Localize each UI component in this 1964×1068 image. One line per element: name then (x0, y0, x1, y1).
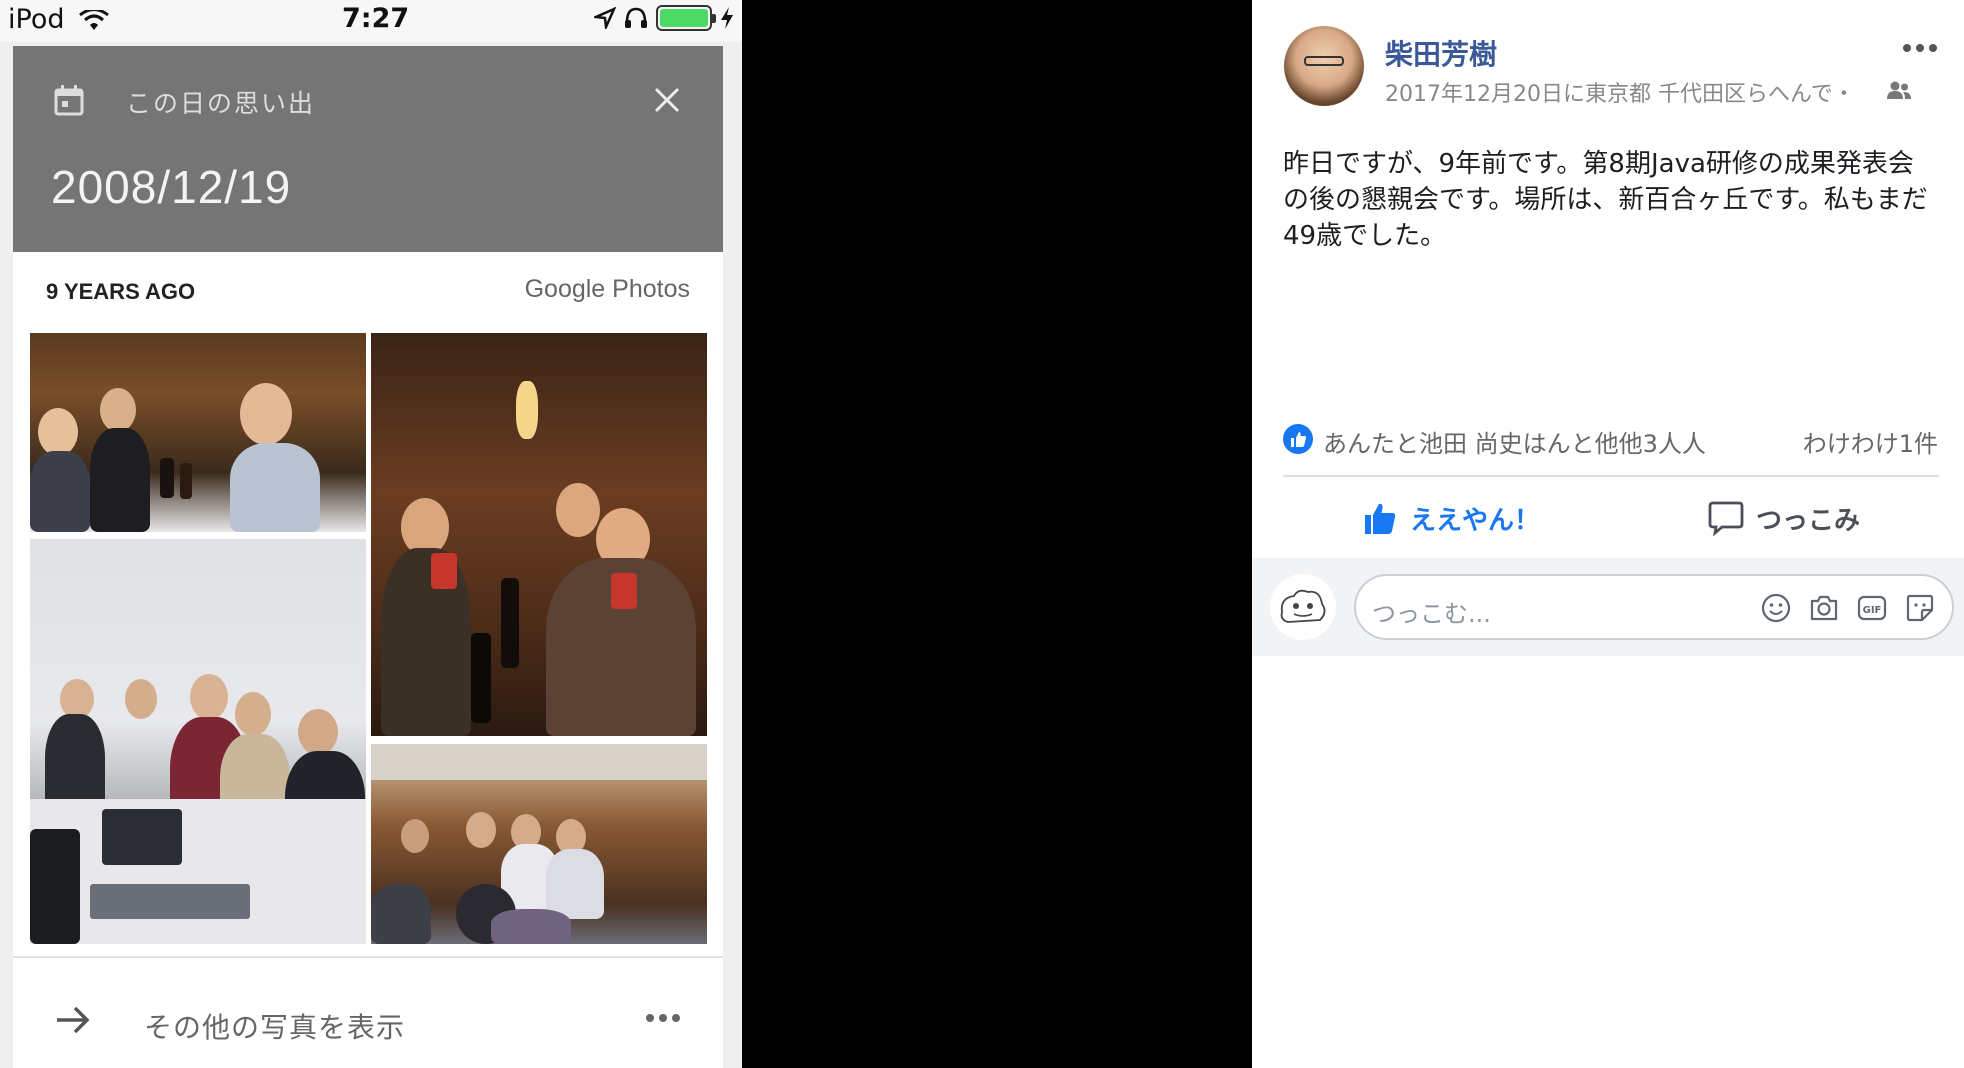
facebook-post: 柴田芳樹 2017年12月20日に東京都 千代田区らへんで・ 昨日ですが、9年前… (1252, 0, 1964, 1068)
status-time: 7:27 (342, 3, 410, 34)
memory-card-header: この日の思い出 2008/12/19 (13, 46, 723, 252)
memory-photo[interactable] (30, 539, 366, 944)
arrow-right-icon (57, 1006, 90, 1034)
location-arrow-icon (594, 7, 616, 29)
status-left: iPod (8, 4, 110, 35)
friends-audience-icon[interactable] (1886, 80, 1912, 100)
memory-header-label: この日の思い出 (126, 89, 316, 118)
charging-bolt-icon (721, 7, 733, 29)
phone-screen: iPod 7:27 この日の思い出 2008/12/19 9 YEARS AGO… (0, 0, 742, 1068)
actions-divider (1283, 475, 1939, 477)
reactions-summary[interactable]: あんたと池田 尚史はんと他他3人人 (1323, 424, 1706, 459)
author-avatar[interactable] (1284, 26, 1364, 106)
screenshot-root: iPod 7:27 この日の思い出 2008/12/19 9 YEARS AGO… (0, 0, 1964, 1068)
memory-photo[interactable] (371, 744, 707, 944)
post-more-icon[interactable] (1903, 44, 1937, 52)
comment-composer: つっこむ... GIF (1252, 558, 1964, 656)
headphones-icon (625, 7, 647, 28)
more-photos-label: その他の写真を表示 (144, 1011, 406, 1044)
comment-button[interactable]: つっこみ (1708, 496, 1860, 540)
emoji-icon[interactable] (1760, 592, 1792, 624)
comment-label: つっこみ (1756, 505, 1861, 536)
memory-photo[interactable] (371, 333, 707, 736)
wifi-icon (79, 9, 110, 30)
author-name[interactable]: 柴田芳樹 (1385, 33, 1497, 73)
post-meta[interactable]: 2017年12月20日に東京都 千代田区らへんで・ (1385, 76, 1855, 108)
sticker-icon[interactable] (1904, 592, 1936, 624)
speech-bubble-icon (1708, 501, 1744, 536)
like-reaction-icon (1283, 424, 1313, 454)
like-label: ええやん！ (1410, 505, 1541, 536)
commenter-avatar (1270, 574, 1336, 640)
post-body: 昨日ですが、9年前です。第8期Java研修の成果発表会の後の懇親会です。場所は、… (1283, 149, 1928, 251)
calendar-icon (54, 85, 84, 116)
memory-photo[interactable] (30, 333, 366, 532)
more-photos-row[interactable]: その他の写真を表示 (13, 958, 723, 1068)
more-dots-icon[interactable] (646, 1014, 680, 1022)
like-button[interactable]: ええやん！ (1362, 496, 1540, 540)
memory-date: 2008/12/19 (51, 161, 292, 213)
google-photos-logo: Google Photos (524, 275, 690, 303)
gif-icon[interactable]: GIF (1856, 592, 1888, 624)
memory-card: この日の思い出 2008/12/19 9 YEARS AGO Google Ph… (13, 46, 723, 1068)
status-right (594, 5, 734, 31)
battery-icon (656, 5, 716, 31)
years-ago-label: 9 YEARS AGO (46, 279, 196, 304)
device-name: iPod (8, 4, 65, 35)
svg-text:GIF: GIF (1863, 605, 1882, 616)
comment-placeholder: つっこむ... (1372, 600, 1491, 628)
thumbs-up-icon (1365, 503, 1396, 534)
comments-count[interactable]: わけわけ1件 (1803, 424, 1938, 459)
status-bar: iPod 7:27 (0, 0, 742, 42)
comment-input[interactable]: つっこむ... GIF (1354, 574, 1954, 640)
camera-icon[interactable] (1808, 592, 1840, 624)
close-icon[interactable] (651, 84, 683, 116)
